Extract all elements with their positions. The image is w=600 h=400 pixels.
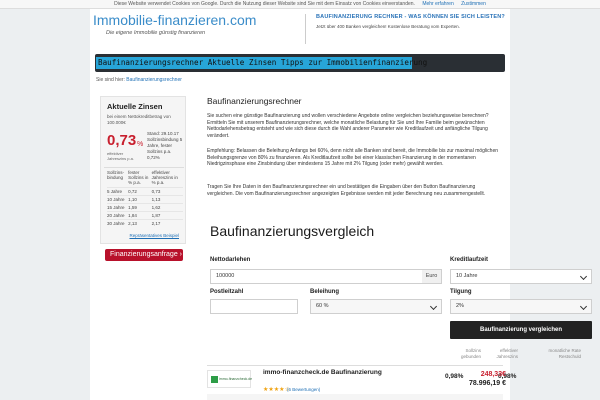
current-rate: 0,73: [107, 132, 137, 149]
postleitzahl-label: Postleitzahl: [210, 289, 244, 295]
sidebar-zinsen: Aktuelle Zinsen bei einem Nettokreditbet…: [100, 96, 186, 244]
accept-cookies-link[interactable]: Zustimmen: [461, 1, 486, 7]
cell: 1,13: [151, 195, 183, 204]
recommendation-paragraph: Empfehlung: Belassen die Beleihung Anfan…: [207, 148, 499, 168]
breadcrumb: Sie sind hier: Baufinanzierungsrechner: [96, 77, 182, 83]
table-row: 15 Jahre 1,59 1,62: [107, 203, 183, 212]
cell: 0,72: [128, 187, 152, 196]
cell: 2,17: [151, 219, 183, 228]
beleihung-select[interactable]: 60 %: [310, 299, 442, 314]
cell: 0,73: [151, 187, 183, 196]
sidebar-title: Aktuelle Zinsen: [107, 102, 163, 111]
beleihung-label: Beleihung: [310, 289, 340, 295]
calculator: Baufinanzierungsvergleich Nettodarlehen …: [207, 223, 592, 400]
cell: 1,10: [128, 195, 152, 204]
th-bindung: Sollzins-bindung: [107, 170, 125, 180]
chevron-down-icon: [579, 272, 588, 281]
provider-logo[interactable]: immo-finanzcheck.de: [207, 370, 253, 388]
beleihung-value: 60 %: [316, 303, 329, 309]
tilgung-value: 2%: [456, 303, 464, 309]
nav-items: Baufinanzierungsrechner Aktuelle Zinsen …: [98, 58, 427, 68]
tilgung-select[interactable]: 2%: [450, 299, 592, 314]
provider-name[interactable]: immo-finanzcheck.de Baufinanzierung: [263, 369, 382, 377]
kreditlaufzeit-value: 10 Jahre: [456, 273, 478, 279]
provider-logo-text: immo-finanzcheck.de: [219, 377, 253, 381]
compare-button[interactable]: Baufinanzierung vergleichen: [450, 321, 592, 339]
nettodarlehen-label: Nettodarlehen: [210, 257, 251, 263]
site-logo[interactable]: Immobilie-finanzieren.com: [93, 13, 256, 27]
kreditlaufzeit-label: Kreditlaufzeit: [450, 257, 489, 263]
rate-note: effektiver Jahreszins p.a.: [107, 151, 134, 161]
finanzierungsanfrage-button[interactable]: Finanzierungsanfrage ›: [105, 249, 183, 261]
rate-info: Stand: 29.10.17 Sollzinsbindung 5 Jahre,…: [147, 131, 183, 160]
nav-item-rechner[interactable]: Baufinanzierungsrechner: [98, 58, 203, 67]
chevron-down-icon: [579, 302, 588, 311]
result-restschuld: 78.996,19 €: [469, 380, 506, 387]
cell: 1,62: [151, 203, 183, 212]
cookie-text: Diese Website verwendet Cookies von Goog…: [114, 1, 415, 7]
cell: 2,13: [128, 219, 152, 228]
sidebar-subtitle: bei einem Nettokreditbetrag von 100.000€: [107, 114, 171, 125]
main-nav: Baufinanzierungsrechner Aktuelle Zinsen …: [95, 54, 505, 72]
col-sollzins: Sollzins gebunden: [460, 348, 481, 359]
breadcrumb-current[interactable]: Baufinanzierungsrechner: [126, 77, 182, 83]
col-rate: monatliche Rate Restschuld: [548, 348, 581, 359]
cell: 1,87: [151, 211, 183, 220]
cookie-bar: Diese Website verwendet Cookies von Goog…: [0, 0, 600, 9]
provider-logo-mark: [211, 376, 218, 383]
main-content: Baufinanzierungsrechner Sie suchen eine …: [207, 96, 503, 197]
ad-banner[interactable]: BAUFINANZIERUNG RECHNER - WAS KÖNNEN SIE…: [305, 14, 505, 44]
col-effektiv: effektiver Jahreszins: [496, 348, 518, 359]
postleitzahl-input[interactable]: [210, 299, 298, 314]
page-wrapper: Immobilie-finanzieren.com Die eigene Imm…: [90, 9, 592, 400]
th-effektiv: effektiver Jahreszins in % p.a.: [151, 170, 178, 185]
cell: 1,84: [128, 211, 152, 220]
result-footer: [207, 394, 503, 400]
zins-table-header: Sollzins-bindung fester Sollzins in % p.…: [107, 170, 183, 188]
cell: 15 Jahre: [107, 203, 129, 212]
cell: 10 Jahre: [107, 195, 129, 204]
nav-item-zinsen[interactable]: Aktuelle Zinsen: [208, 58, 277, 67]
ad-title[interactable]: BAUFINANZIERUNG RECHNER - WAS KÖNNEN SIE…: [316, 14, 505, 21]
euro-suffix: Euro: [422, 269, 442, 284]
cell: 1,59: [128, 203, 152, 212]
calculator-title: Baufinanzierungsvergleich: [210, 223, 375, 239]
instructions-paragraph: Tragen Sie Ihre Daten in den Baufinanzie…: [207, 184, 486, 197]
table-row: 10 Jahre 1,10 1,13: [107, 195, 183, 204]
rate-unit: %: [137, 141, 144, 148]
table-row: 5 Jahre 0,72 0,73: [107, 187, 183, 196]
nettodarlehen-input[interactable]: 100000: [210, 269, 423, 284]
example-link[interactable]: Repräsentatives Beispiel: [129, 233, 179, 238]
divider: [104, 167, 184, 168]
ad-subtitle: Jetzt über 400 Banken vergleichen! Koste…: [316, 24, 460, 29]
nav-item-tipps[interactable]: Tipps zur Immobilienfinanzierung: [281, 58, 427, 67]
intro-paragraph: Sie suchen eine günstige Baufinanzierung…: [207, 113, 489, 139]
tilgung-label: Tilgung: [450, 289, 472, 295]
result-rate: 248,33€: [480, 371, 506, 378]
breadcrumb-prefix: Sie sind hier:: [96, 77, 125, 83]
chevron-down-icon: [429, 302, 438, 311]
result-sollzins: 0,98%: [445, 373, 464, 380]
cell: 30 Jahre: [107, 219, 129, 228]
divider: [207, 365, 503, 366]
rating-stars: ★★★★☆: [263, 387, 290, 393]
reviews-link[interactable]: (6 Bewertungen): [287, 387, 320, 392]
table-row: 30 Jahre 2,13 2,17: [107, 219, 183, 228]
more-info-link[interactable]: Mehr erfahren: [422, 1, 453, 7]
cell: 5 Jahre: [107, 187, 129, 196]
table-row: 20 Jahre 1,84 1,87: [107, 211, 183, 220]
site-slogan: Die eigene Immobilie günstig finanzieren: [106, 30, 206, 36]
th-sollzins: fester Sollzins in % p.a.: [128, 170, 149, 185]
cell: 20 Jahre: [107, 211, 129, 220]
zins-table: Sollzins-bindung fester Sollzins in % p.…: [107, 170, 183, 228]
kreditlaufzeit-select[interactable]: 10 Jahre: [450, 269, 592, 284]
page-title: Baufinanzierungsrechner: [207, 96, 302, 106]
